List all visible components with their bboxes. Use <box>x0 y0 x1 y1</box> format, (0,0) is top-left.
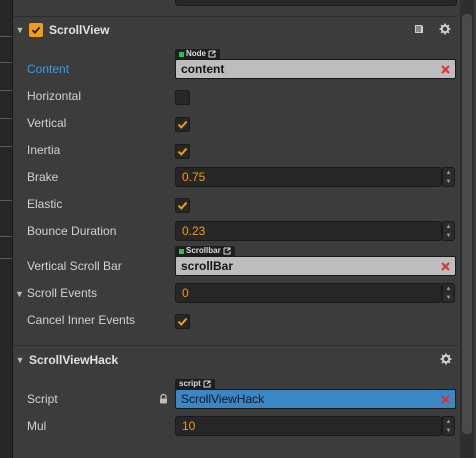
gear-icon[interactable] <box>440 353 452 368</box>
inspector-scrollbar-thumb[interactable] <box>462 14 472 434</box>
vertical-checkbox[interactable] <box>175 117 190 132</box>
book-icon[interactable] <box>413 23 425 38</box>
external-link-icon <box>223 247 231 255</box>
clear-icon[interactable] <box>439 260 452 273</box>
cancel-inner-events-checkbox[interactable] <box>175 314 190 329</box>
content-type-label: Node <box>186 49 206 58</box>
vertical-scroll-bar-field[interactable]: scrollBar <box>175 256 456 276</box>
check-icon <box>177 120 188 129</box>
scroll-events-stepper[interactable]: ▲ ▼ <box>442 283 455 303</box>
mul-label: Mul <box>27 419 47 433</box>
mul-input[interactable]: 10 <box>175 416 442 436</box>
bounce-duration-input[interactable]: 0.23 <box>175 221 442 241</box>
scroll-events-count-input[interactable]: 0 <box>175 283 442 303</box>
brake-input[interactable]: 0.75 <box>175 167 442 187</box>
script-type-tag: script <box>175 379 215 389</box>
cancel-inner-events-label: Cancel Inner Events <box>27 313 136 327</box>
elastic-label: Elastic <box>27 197 63 211</box>
lock-icon <box>159 393 168 407</box>
stepper-up-icon[interactable]: ▲ <box>446 286 452 292</box>
elastic-checkbox[interactable] <box>175 198 190 213</box>
vertical-scroll-bar-value: scrollBar <box>181 259 234 273</box>
bounce-duration-value: 0.23 <box>182 224 206 238</box>
scroll-events-label-text: Scroll Events <box>26 286 97 300</box>
inertia-label: Inertia <box>27 143 61 157</box>
external-link-icon <box>203 380 211 388</box>
inertia-checkbox[interactable] <box>175 144 190 159</box>
stepper-up-icon[interactable]: ▲ <box>446 170 452 176</box>
content-label: Content <box>27 62 70 76</box>
horizontal-label: Horizontal <box>27 89 82 103</box>
check-icon <box>177 147 188 156</box>
scrollviewhack-header-actions <box>440 353 452 368</box>
check-icon <box>177 201 188 210</box>
collapse-arrow-icon[interactable]: ▼ <box>13 355 27 365</box>
script-type-label: script <box>179 379 201 388</box>
script-field[interactable]: ScrollViewHack <box>175 389 456 409</box>
scroll-events-label[interactable]: ▼ Scroll Events <box>15 286 97 300</box>
stepper-down-icon[interactable]: ▼ <box>446 295 452 301</box>
vertical-scroll-bar-label: Vertical Scroll Bar <box>27 259 122 273</box>
previous-field-edge <box>175 0 457 6</box>
stepper-up-icon[interactable]: ▲ <box>446 419 452 425</box>
node-icon <box>179 51 184 57</box>
brake-value: 0.75 <box>182 170 206 184</box>
scrollview-header[interactable]: ▼ ScrollView <box>13 17 458 43</box>
node-icon <box>179 248 184 254</box>
stepper-up-icon[interactable]: ▲ <box>446 224 452 230</box>
mul-value: 10 <box>182 419 196 433</box>
brake-label: Brake <box>27 170 59 184</box>
vertical-label: Vertical <box>27 116 67 130</box>
scrollviewhack-header[interactable]: ▼ ScrollViewHack <box>13 347 458 373</box>
scrollbar-type-tag: Scrollbar <box>175 246 235 256</box>
clear-icon[interactable] <box>439 393 452 406</box>
gear-icon[interactable] <box>439 23 451 38</box>
left-edge-strip <box>0 0 13 458</box>
stepper-down-icon[interactable]: ▼ <box>446 179 452 185</box>
content-type-tag: Node <box>175 49 220 59</box>
bounce-duration-label: Bounce Duration <box>27 224 117 238</box>
bounce-duration-stepper[interactable]: ▲ ▼ <box>442 221 455 241</box>
scrollbar-type-label: Scrollbar <box>186 246 221 255</box>
scroll-events-count-value: 0 <box>182 286 189 300</box>
stepper-down-icon[interactable]: ▼ <box>446 233 452 239</box>
stepper-down-icon[interactable]: ▼ <box>446 428 452 434</box>
external-link-icon <box>208 50 216 58</box>
mul-stepper[interactable]: ▲ ▼ <box>442 416 455 436</box>
check-icon <box>177 317 188 326</box>
section-divider <box>13 345 458 346</box>
scrollviewhack-title: ScrollViewHack <box>29 353 119 367</box>
clear-icon[interactable] <box>439 63 452 76</box>
script-value: ScrollViewHack <box>181 392 265 406</box>
content-field[interactable]: content <box>175 59 456 79</box>
scrollview-title: ScrollView <box>49 23 110 37</box>
scrollview-enabled-checkbox[interactable] <box>29 23 43 37</box>
brake-stepper[interactable]: ▲ ▼ <box>442 167 455 187</box>
script-label: Script <box>27 392 58 406</box>
collapse-arrow-icon[interactable]: ▼ <box>13 25 27 35</box>
scrollview-header-actions <box>413 23 451 38</box>
check-icon <box>31 26 41 34</box>
horizontal-checkbox[interactable] <box>175 90 190 105</box>
expand-arrow-icon[interactable]: ▼ <box>15 289 24 299</box>
content-value: content <box>181 62 225 76</box>
